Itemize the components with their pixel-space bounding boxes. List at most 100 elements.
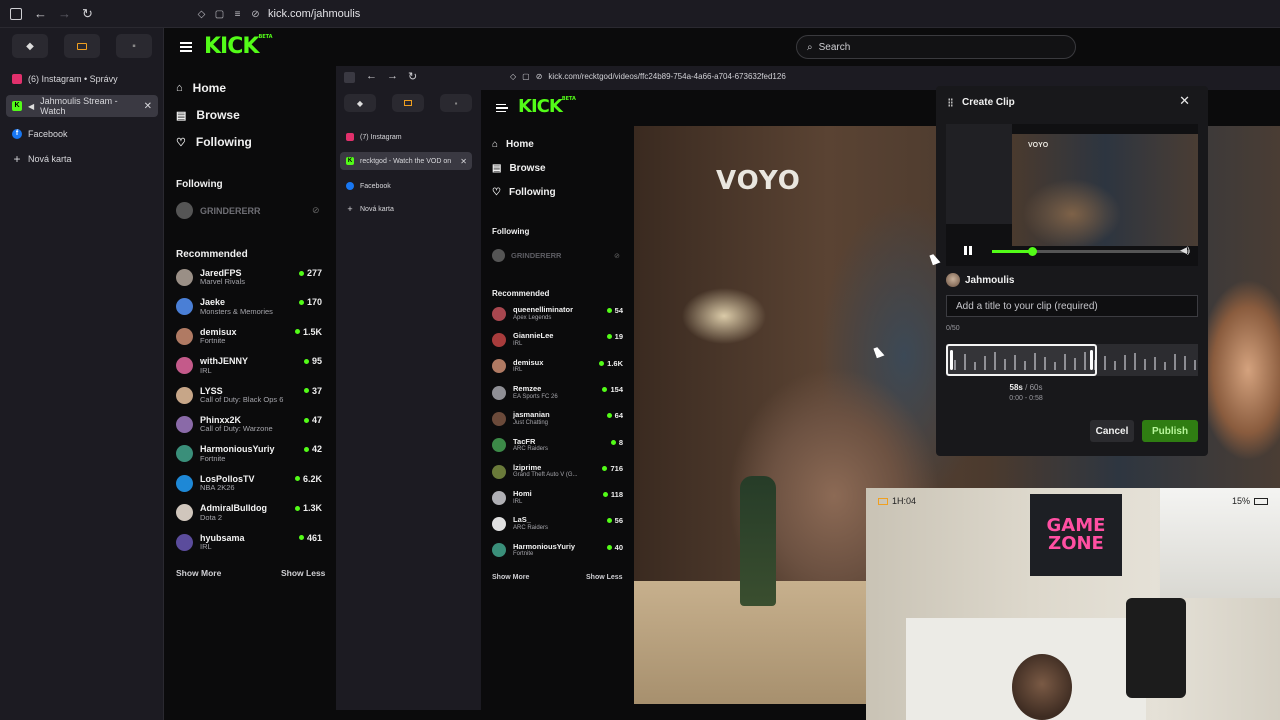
tab-new[interactable]: + Nová karta xyxy=(6,148,158,170)
pinned-tab-2[interactable] xyxy=(392,94,424,112)
channel-name: LaS_ xyxy=(513,515,531,525)
nav-home[interactable]: ⌂ Home xyxy=(492,139,534,150)
tab-instagram[interactable]: (7) Instagram xyxy=(340,128,472,146)
live-dot-icon xyxy=(298,535,304,541)
live-dot-icon xyxy=(303,446,309,452)
recommended-item[interactable]: Jaeke Monsters & Memories 170 xyxy=(176,297,322,316)
recommended-item[interactable]: HarmoniousYuriy Fortnite 40 xyxy=(492,541,623,559)
pinned-tab-1[interactable]: ◆ xyxy=(344,94,376,112)
recommended-item[interactable]: LaS_ ARC Raiders 56 xyxy=(492,516,623,532)
tab-instagram[interactable]: (6) Instagram • Správy xyxy=(6,68,158,90)
nav-following[interactable]: ♡ Following xyxy=(492,187,556,198)
recommended-text: demisux Fortnite xyxy=(200,327,237,346)
recommended-item[interactable]: queenelliminator Apex Legends 54 xyxy=(492,305,623,322)
duration-max: / 60s xyxy=(1025,383,1043,392)
timeline-selection[interactable] xyxy=(946,344,1098,376)
recommended-item[interactable]: Homi IRL 118 xyxy=(492,489,623,506)
clip-preview[interactable]: VOYO ◀) xyxy=(946,124,1198,266)
tab-jahmoulis[interactable]: K ◀ Jahmoulis Stream - Watch ✕ xyxy=(6,95,158,117)
sidebar-toggle-icon[interactable] xyxy=(344,72,355,83)
close-tab-icon[interactable]: ✕ xyxy=(460,157,467,166)
recommended-item[interactable]: lziprime Grand Theft Auto V (G... 716 xyxy=(492,463,623,480)
recommended-text: demisux IRL xyxy=(513,358,543,375)
pinned-tab-3[interactable]: ▪ xyxy=(440,94,472,112)
menu-icon[interactable] xyxy=(180,42,192,52)
recommended-item[interactable]: JaredFPS Marvel Rivals 277 xyxy=(176,268,322,287)
live-dot-icon xyxy=(599,360,605,366)
pinned-tab-2[interactable] xyxy=(64,34,100,58)
close-tab-icon[interactable]: ✕ xyxy=(144,101,152,112)
offline-icon: ⊘ xyxy=(614,252,620,260)
forward-icon[interactable]: → xyxy=(58,6,71,21)
drag-handle-icon[interactable] xyxy=(948,98,953,107)
nav-browse[interactable]: ▤ Browse xyxy=(176,108,240,122)
webcam-overlay: GAME ZONE 1H:04 15% xyxy=(866,488,1280,720)
waveform-bar xyxy=(1114,361,1116,370)
menu-icon[interactable] xyxy=(496,104,508,112)
viewer-count-value: 170 xyxy=(306,297,322,308)
close-icon[interactable]: ✕ xyxy=(1179,93,1190,109)
pinned-tab-1[interactable]: ◆ xyxy=(12,34,48,58)
kick-header: KICKBETA ⌕ Search xyxy=(164,28,1280,66)
tab-facebook[interactable]: f Facebook xyxy=(6,123,158,145)
avatar xyxy=(176,533,193,551)
battery-icon xyxy=(1254,497,1268,505)
recommended-item[interactable]: TacFR ARC Raiders 8 xyxy=(492,437,623,454)
scrubber-handle[interactable] xyxy=(1027,247,1037,256)
clip-timeline[interactable] xyxy=(946,344,1198,376)
sidebar-toggle-icon[interactable] xyxy=(10,8,22,20)
publish-button[interactable]: Publish xyxy=(1142,420,1198,442)
recommended-item[interactable]: Phinxx2K Call of Duty: Warzone 47 xyxy=(176,415,322,434)
reload-icon[interactable]: ↻ xyxy=(82,6,93,22)
tab-facebook[interactable]: Facebook xyxy=(340,177,472,195)
recommended-text: LaS_ ARC Raiders xyxy=(513,516,548,532)
search-input[interactable]: ⌕ Search xyxy=(796,35,1076,59)
forward-icon[interactable]: → xyxy=(387,70,398,82)
following-item[interactable]: GRINDERERR ⊘ xyxy=(492,249,620,262)
channel-category: Grand Theft Auto V (G... xyxy=(513,472,578,479)
recommended-item[interactable]: demisux Fortnite 1.5K xyxy=(176,327,322,346)
show-more-button[interactable]: Show More xyxy=(492,574,529,581)
pause-icon[interactable] xyxy=(964,246,972,255)
kick-logo[interactable]: KICKBETA xyxy=(518,96,576,117)
back-icon[interactable]: ← xyxy=(366,70,377,82)
address-bar[interactable]: ◇ ▢ ≡ ⊘ kick.com/jahmoulis xyxy=(196,5,361,23)
recommended-item[interactable]: withJENNY IRL 95 xyxy=(176,356,322,375)
recommended-item[interactable]: AdmiralBulldog Dota 2 1.3K xyxy=(176,503,322,522)
recommended-item[interactable]: Remzee EA Sports FC 26 154 xyxy=(492,384,623,401)
tab-label: (6) Instagram • Správy xyxy=(28,74,118,84)
tab-new[interactable]: + Nová karta xyxy=(340,200,472,218)
reload-icon[interactable]: ↻ xyxy=(408,70,417,83)
show-more-button[interactable]: Show More xyxy=(176,568,221,578)
channel-name: HarmoniousYuriy xyxy=(513,541,576,551)
recommended-item[interactable]: jasmanian Just Chatting 64 xyxy=(492,411,623,427)
recommended-item[interactable]: hyubsama IRL 461 xyxy=(176,533,322,552)
recommended-item[interactable]: demisux IRL 1.6K xyxy=(492,358,623,375)
volume-icon[interactable]: ◀) xyxy=(1180,245,1190,256)
inner-address-bar[interactable]: ◇ ▢ ⊘ kick.com/recktgod/videos/ffc24b89-… xyxy=(510,72,786,81)
show-less-button[interactable]: Show Less xyxy=(586,574,623,581)
pinned-tab-3[interactable]: ▪ xyxy=(116,34,152,58)
search-icon: ⌕ xyxy=(807,41,813,53)
kick-logo[interactable]: KICKBETA xyxy=(204,34,273,59)
nav-browse[interactable]: ▤ Browse xyxy=(492,163,546,174)
create-clip-modal: Create Clip ✕ VOYO ◀) Jahmoulis 0/50 58s… xyxy=(936,86,1208,456)
viewer-count: 154 xyxy=(602,385,623,394)
live-dot-icon xyxy=(602,465,608,471)
speaker-icon[interactable]: ◀ xyxy=(28,102,34,111)
cancel-button[interactable]: Cancel xyxy=(1090,420,1134,442)
clip-title-input[interactable] xyxy=(946,295,1198,317)
clip-scrubber[interactable] xyxy=(992,247,1190,256)
recommended-item[interactable]: LosPollosTV NBA 2K26 6.2K xyxy=(176,474,322,493)
nav-home[interactable]: ⌂ Home xyxy=(176,81,226,95)
recommended-item[interactable]: HarmoniousYuriy Fortnite 42 xyxy=(176,444,322,463)
recommended-item[interactable]: GiannieLee IRL 19 xyxy=(492,332,623,348)
show-less-button[interactable]: Show Less xyxy=(281,568,325,578)
back-icon[interactable]: ← xyxy=(34,6,47,21)
channel-category: ARC Raiders xyxy=(513,446,549,453)
nav-following[interactable]: ♡ Following xyxy=(176,135,252,149)
following-item[interactable]: GRINDERERR ⊘ xyxy=(176,202,320,219)
recommended-item[interactable]: LYSS Call of Duty: Black Ops 6 37 xyxy=(176,386,322,405)
waveform-bar xyxy=(1134,353,1136,370)
tab-recktgod[interactable]: K recktgod - Watch the VOD on ✕ xyxy=(340,152,472,170)
